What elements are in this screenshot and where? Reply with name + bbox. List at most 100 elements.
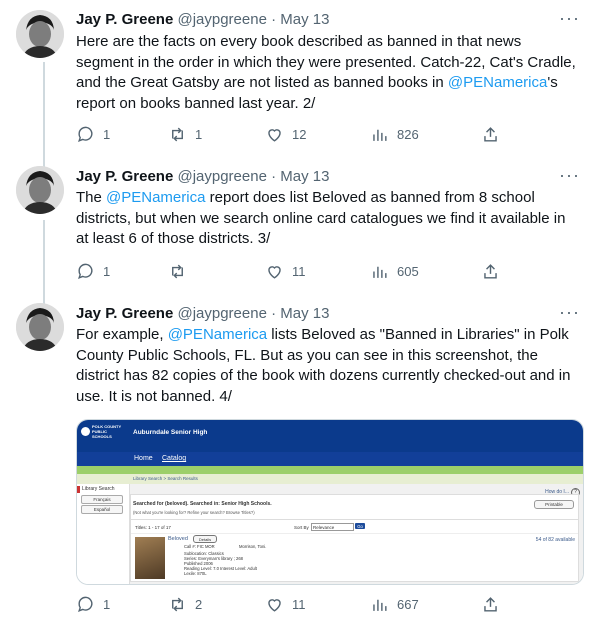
like-button[interactable]: 12 <box>265 124 306 144</box>
reply-count: 1 <box>103 263 111 279</box>
tweet-text: The @PENamerica report does list Beloved… <box>76 188 576 250</box>
view-count: 667 <box>397 596 419 612</box>
view-count: 826 <box>397 126 419 142</box>
refine-text[interactable]: (Not what you're looking for? Refine you… <box>133 509 255 516</box>
tweet-actions: 1 2 11 667 <box>76 594 506 614</box>
like-count: 11 <box>292 263 306 279</box>
sort-select[interactable]: Relevance <box>311 523 354 531</box>
availability: 54 of 82 available <box>535 537 575 543</box>
tweet-date[interactable]: May 13 <box>280 168 329 185</box>
avatar-photo <box>16 303 64 351</box>
avatar-photo <box>16 166 64 214</box>
like-button[interactable]: 11 <box>265 261 306 281</box>
reply-count: 1 <box>103 126 111 142</box>
tweet[interactable]: Jay P. Greene @jaypgreene · May 13 ··· H… <box>0 0 594 160</box>
mention-link[interactable]: @PENamerica <box>106 189 205 206</box>
separator-dot: · <box>271 305 277 322</box>
views-button[interactable]: 826 <box>370 124 419 144</box>
heart-icon <box>268 265 281 279</box>
share-button[interactable] <box>481 594 500 614</box>
book-cover[interactable] <box>135 537 165 579</box>
search-summary: Searched for (beloved). Searched in: Sen… <box>133 501 272 507</box>
tweet-date[interactable]: May 13 <box>280 305 329 322</box>
more-options-icon[interactable]: ··· <box>559 8 580 28</box>
heart-icon <box>268 128 281 142</box>
more-options-icon[interactable]: ··· <box>559 165 580 185</box>
author-handle[interactable]: @jaypgreene <box>177 168 266 185</box>
tweet[interactable]: Jay P. Greene @jaypgreene · May 13 ··· T… <box>0 160 594 294</box>
catalog-content: How do I... ? Searched for (beloved). Se… <box>130 484 583 584</box>
retweet-icon <box>172 597 183 611</box>
reply-button[interactable]: 1 <box>76 594 110 614</box>
author-name[interactable]: Jay P. Greene <box>76 11 173 28</box>
retweet-count: 1 <box>195 126 203 142</box>
avatar[interactable] <box>16 166 64 214</box>
like-count: 11 <box>292 596 306 612</box>
avatar[interactable] <box>16 10 64 58</box>
more-options-icon[interactable]: ··· <box>559 302 580 322</box>
views-icon <box>373 266 387 278</box>
avatar-photo <box>16 10 64 58</box>
sort-label: Sort By <box>294 525 309 530</box>
reply-button[interactable]: 1 <box>76 261 110 281</box>
results-table: Titles: 1 - 17 of 17 Sort By Relevance G… <box>131 519 578 582</box>
nav-underbar <box>77 466 583 474</box>
tweet-header: Jay P. Greene @jaypgreene · May 13 <box>76 304 329 324</box>
reply-button[interactable]: 1 <box>76 124 110 144</box>
call-number: Call #: FIC MOR <box>184 544 215 549</box>
book-title-link[interactable]: Beloved <box>168 536 188 543</box>
reply-count: 1 <box>103 596 111 612</box>
avatar[interactable] <box>16 303 64 351</box>
tweet-text: For example, @PENamerica lists Beloved a… <box>76 325 576 407</box>
share-icon <box>484 263 497 279</box>
retweet-button[interactable]: 1 <box>168 124 202 144</box>
views-button[interactable]: 667 <box>370 594 419 614</box>
details-button[interactable]: Details <box>193 535 217 543</box>
school-name: Auburndale Senior High <box>133 429 208 436</box>
go-button[interactable]: Go <box>355 523 365 529</box>
lang-francais-button[interactable]: Français <box>81 495 123 504</box>
retweet-button[interactable] <box>168 261 195 281</box>
tweet-media-image[interactable]: POLK COUNTY PUBLIC SCHOOLS Auburndale Se… <box>76 419 584 585</box>
reply-icon <box>78 263 93 279</box>
reply-icon <box>78 126 93 142</box>
author-handle[interactable]: @jaypgreene <box>177 11 266 28</box>
tweet-date[interactable]: May 13 <box>280 11 329 28</box>
sidebar-title: Library Search <box>77 486 129 493</box>
views-button[interactable]: 605 <box>370 261 419 281</box>
breadcrumb: Library Search > Search Results <box>77 474 583 484</box>
separator-dot: · <box>271 11 277 28</box>
tweet-header: Jay P. Greene @jaypgreene · May 13 <box>76 10 329 30</box>
result-item[interactable]: Beloved Details Call #: FIC MOR Morrison… <box>131 533 578 583</box>
mention-link[interactable]: @PENamerica <box>448 74 547 91</box>
author-name[interactable]: Jay P. Greene <box>76 168 173 185</box>
lang-espanol-button[interactable]: Español <box>81 505 123 514</box>
results-panel: Searched for (beloved). Searched in: Sen… <box>130 494 579 582</box>
reply-icon <box>78 596 93 612</box>
author-handle[interactable]: @jaypgreene <box>177 305 266 322</box>
retweet-button[interactable]: 2 <box>168 594 202 614</box>
views-icon <box>373 599 387 611</box>
retweet-count: 2 <box>195 596 203 612</box>
share-icon <box>484 596 497 612</box>
catalog-sidebar: Library Search Français Español <box>77 484 130 584</box>
nav-catalog[interactable]: Catalog <box>162 455 186 462</box>
tweet-actions: 1 11 605 <box>76 261 506 281</box>
separator-dot: · <box>271 168 277 185</box>
retweet-icon <box>172 264 183 278</box>
nav-home[interactable]: Home <box>134 455 153 462</box>
printable-button[interactable]: Printable <box>534 500 574 509</box>
heart-icon <box>268 598 281 612</box>
tweet-text: Here are the facts on every book describ… <box>76 32 576 114</box>
titles-count: Titles: 1 - 17 of 17 <box>135 525 171 530</box>
polk-logo: POLK COUNTY PUBLIC SCHOOLS <box>81 424 127 439</box>
like-button[interactable]: 11 <box>265 594 306 614</box>
author-name[interactable]: Jay P. Greene <box>76 305 173 322</box>
share-button[interactable] <box>481 261 500 281</box>
breadcrumb-text[interactable]: Library Search > Search Results <box>133 475 198 482</box>
tweet-header: Jay P. Greene @jaypgreene · May 13 <box>76 167 329 187</box>
mention-link[interactable]: @PENamerica <box>168 326 267 343</box>
share-button[interactable] <box>481 124 500 144</box>
book-author: Morrison, Toni. <box>239 544 267 549</box>
retweet-icon <box>172 127 183 141</box>
